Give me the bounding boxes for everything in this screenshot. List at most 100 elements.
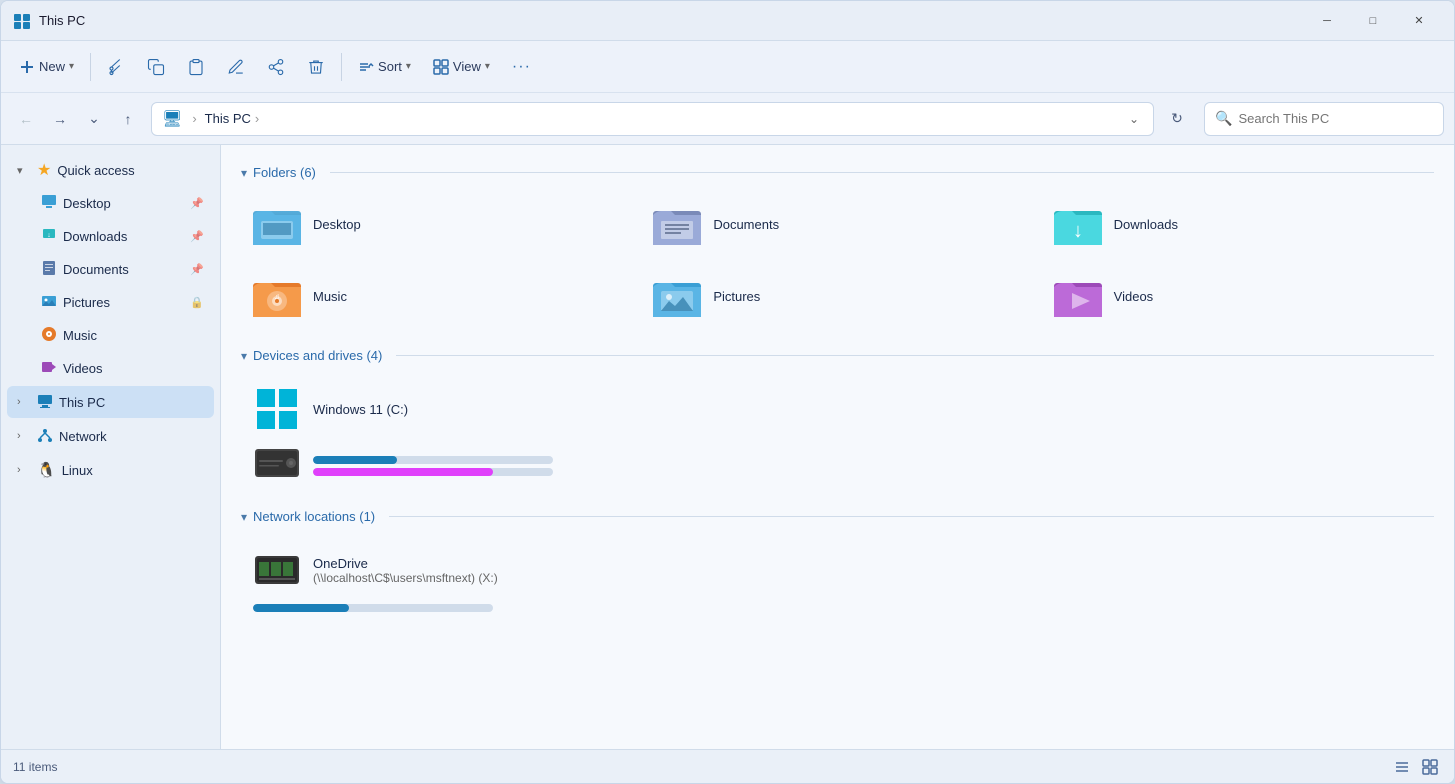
drive-c-header: Windows 11 (C:) (253, 385, 1422, 433)
documents-icon (41, 260, 57, 279)
quick-access-section: ▾ ★ Quick access Desktop 📌 ↓ (1, 154, 220, 384)
up-button[interactable]: ↑ (113, 104, 143, 134)
copy-button[interactable] (137, 49, 175, 85)
drive-c-fill-pink (313, 468, 493, 476)
rename-button[interactable] (217, 49, 255, 85)
drive-c-progress-bar-pink (313, 468, 553, 476)
status-bar: 11 items (1, 749, 1454, 783)
paste-button[interactable] (177, 49, 215, 85)
sidebar-item-quick-access[interactable]: ▾ ★ Quick access (7, 154, 214, 186)
star-icon: ★ (37, 160, 51, 180)
folder-pictures[interactable]: Pictures (641, 264, 1033, 328)
folder-pictures-icon (653, 272, 701, 320)
folder-desktop[interactable]: Desktop (241, 192, 633, 256)
search-box[interactable]: 🔍 (1204, 102, 1444, 136)
network-divider (389, 516, 1434, 517)
address-bar: ← → ⌄ ↑ 🖥 › This PC › ⌄ ↻ 🔍 (1, 93, 1454, 145)
window-controls: ─ □ ✕ (1304, 5, 1442, 37)
sidebar-item-videos[interactable]: Videos (31, 352, 214, 384)
onedrive-header: OneDrive (\\localhost\C$\users\msftnext)… (253, 546, 1422, 594)
window-title: This PC (39, 13, 1304, 28)
network-location-onedrive[interactable]: OneDrive (\\localhost\C$\users\msftnext)… (241, 536, 1434, 622)
svg-text:↓: ↓ (47, 232, 51, 239)
expand-icon-linux: › (17, 464, 31, 476)
delete-button[interactable] (297, 49, 335, 85)
folders-divider (330, 172, 1434, 173)
quick-access-children: Desktop 📌 ↓ Downloads 📌 D (1, 187, 220, 384)
main-area: ▾ ★ Quick access Desktop 📌 ↓ (1, 145, 1454, 749)
minimize-button[interactable]: ─ (1304, 5, 1350, 37)
sidebar-item-linux[interactable]: › 🐧 Linux (7, 454, 214, 486)
sidebar: ▾ ★ Quick access Desktop 📌 ↓ (1, 145, 221, 749)
pictures-icon (41, 293, 57, 312)
music-icon (41, 326, 57, 345)
sidebar-item-downloads[interactable]: ↓ Downloads 📌 (31, 220, 214, 252)
cut-button[interactable] (97, 49, 135, 85)
list-view-button[interactable] (1390, 755, 1414, 779)
view-button[interactable]: View ▾ (423, 49, 500, 85)
search-input[interactable] (1238, 111, 1433, 126)
folder-videos-icon (1054, 272, 1102, 320)
address-separator-1: › (192, 111, 196, 126)
svg-text:↓: ↓ (1073, 220, 1083, 242)
pin-icon: 📌 (190, 197, 204, 210)
folder-downloads[interactable]: ↓ Downloads (1042, 192, 1434, 256)
drive-c-fill-blue (313, 456, 397, 464)
folder-music-icon: ♫ (253, 272, 301, 320)
folders-toggle[interactable]: ▾ (241, 166, 247, 180)
toolbar: New ▾ Sort ▾ View ▾ (1, 41, 1454, 93)
sidebar-item-network[interactable]: › Network (7, 420, 214, 452)
back-button[interactable]: ← (11, 104, 41, 134)
more-button[interactable]: ··· (502, 49, 541, 85)
recent-button[interactable]: ⌄ (79, 104, 109, 134)
onedrive-progress-fill (253, 604, 349, 612)
network-section-header: ▾ Network locations (1) (241, 509, 1434, 524)
app-icon (13, 12, 31, 30)
folder-downloads-icon: ↓ (1054, 200, 1102, 248)
folder-documents-icon (653, 200, 701, 248)
sidebar-item-desktop[interactable]: Desktop 📌 (31, 187, 214, 219)
onedrive-progress-bar (253, 604, 493, 612)
path-thispc: This PC (205, 111, 251, 126)
title-bar: This PC ─ □ ✕ (1, 1, 1454, 41)
videos-icon (41, 359, 57, 378)
status-view-buttons (1390, 755, 1442, 779)
pin-icon-dl: 📌 (190, 230, 204, 243)
network-toggle[interactable]: ▾ (241, 510, 247, 524)
folder-music[interactable]: ♫ Music (241, 264, 633, 328)
file-explorer-window: This PC ─ □ ✕ New ▾ (0, 0, 1455, 784)
folder-desktop-icon (253, 200, 301, 248)
share-button[interactable] (257, 49, 295, 85)
sort-button[interactable]: Sort ▾ (348, 49, 421, 85)
separator-2 (341, 53, 342, 81)
drive-c[interactable]: Windows 11 (C:) (241, 375, 1434, 497)
linux-icon: 🐧 (37, 461, 56, 479)
maximize-button[interactable]: □ (1350, 5, 1396, 37)
sidebar-item-this-pc[interactable]: › This PC (7, 386, 214, 418)
sidebar-item-pictures[interactable]: Pictures 🔒 (31, 286, 214, 318)
forward-button[interactable]: → (45, 104, 75, 134)
cut-icon (107, 58, 125, 76)
devices-toggle[interactable]: ▾ (241, 349, 247, 363)
close-button[interactable]: ✕ (1396, 5, 1442, 37)
grid-view-button[interactable] (1418, 755, 1442, 779)
pc-icon: 🖥 (162, 109, 182, 129)
content-area: ▾ Folders (6) (221, 145, 1454, 749)
folder-documents[interactable]: Documents (641, 192, 1033, 256)
svg-text:♫: ♫ (274, 292, 280, 301)
separator-1 (90, 53, 91, 81)
refresh-button[interactable]: ↻ (1162, 104, 1192, 134)
desktop-icon (41, 194, 57, 213)
item-count: 11 items (13, 760, 57, 774)
address-path[interactable]: 🖥 › This PC › ⌄ (151, 102, 1154, 136)
new-button[interactable]: New ▾ (9, 49, 84, 85)
folder-videos[interactable]: Videos (1042, 264, 1434, 328)
sidebar-item-documents[interactable]: Documents 📌 (31, 253, 214, 285)
network-icon (37, 427, 53, 446)
copy-icon (147, 58, 165, 76)
onedrive-icon (253, 546, 301, 594)
address-dropdown[interactable]: ⌄ (1125, 112, 1143, 126)
share-icon (267, 58, 285, 76)
plus-icon (19, 59, 35, 75)
sidebar-item-music[interactable]: Music (31, 319, 214, 351)
